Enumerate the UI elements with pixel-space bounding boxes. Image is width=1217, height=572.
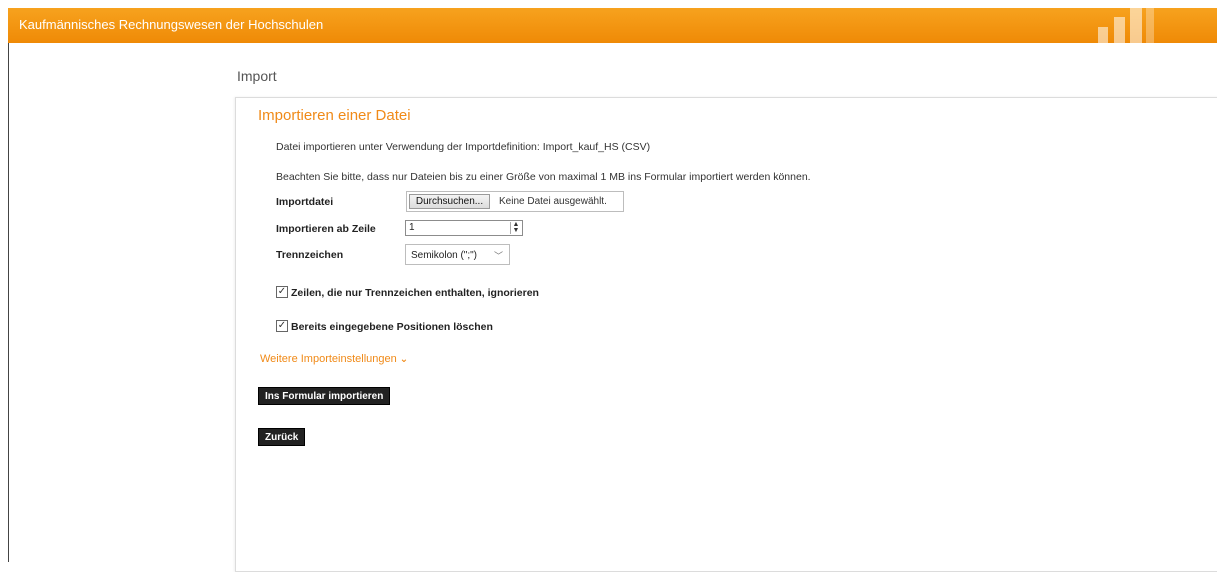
size-note-text: Beachten Sie bitte, dass nur Dateien bis… [276,171,811,183]
import-panel: Importieren einer Datei Datei importiere… [235,97,1217,572]
import-button[interactable]: Ins Formular importieren [258,387,391,405]
file-status: Keine Datei ausgewählt. [499,196,607,207]
chevron-down-icon: ﹀ [493,251,503,261]
spinner-icon[interactable]: ▲ ▼ [510,221,521,234]
app-title: Kaufmännisches Rechnungswesen der Hochsc… [19,17,324,32]
panel-heading: Importieren einer Datei [258,107,411,124]
start-row-input[interactable]: 1 ▲ ▼ [405,220,523,236]
import-definition-text: Datei importieren unter Verwendung der I… [276,141,651,153]
importfile-label: Importdatei [276,196,334,208]
file-input[interactable]: Durchsuchen... Keine Datei ausgewählt. [406,191,624,212]
start-row-value: 1 [409,222,415,233]
brand-logo [1088,8,1158,43]
more-settings-label: Weitere Importeinstellungen [260,353,397,365]
more-settings-link[interactable]: Weitere Importeinstellungen ⌄ [260,353,408,365]
separator-label: Trennzeichen [276,249,344,261]
back-button[interactable]: Zurück [258,428,306,446]
ignore-empty-checkbox[interactable]: ✓ [276,286,288,298]
app-header: Kaufmännisches Rechnungswesen der Hochsc… [8,8,1217,43]
left-divider [8,43,9,562]
separator-select[interactable]: Semikolon (";") ﹀ [405,244,510,265]
browse-button[interactable]: Durchsuchen... [409,194,490,209]
separator-value: Semikolon (";") [411,250,478,261]
page-title: Import [237,68,277,84]
delete-positions-checkbox[interactable]: ✓ [276,320,288,332]
chevron-down-icon: ⌄ [399,354,409,365]
ignore-empty-label: Zeilen, die nur Trennzeichen enthalten, … [291,287,539,299]
start-row-label: Importieren ab Zeile [276,223,376,235]
delete-positions-label: Bereits eingegebene Positionen löschen [291,321,493,333]
